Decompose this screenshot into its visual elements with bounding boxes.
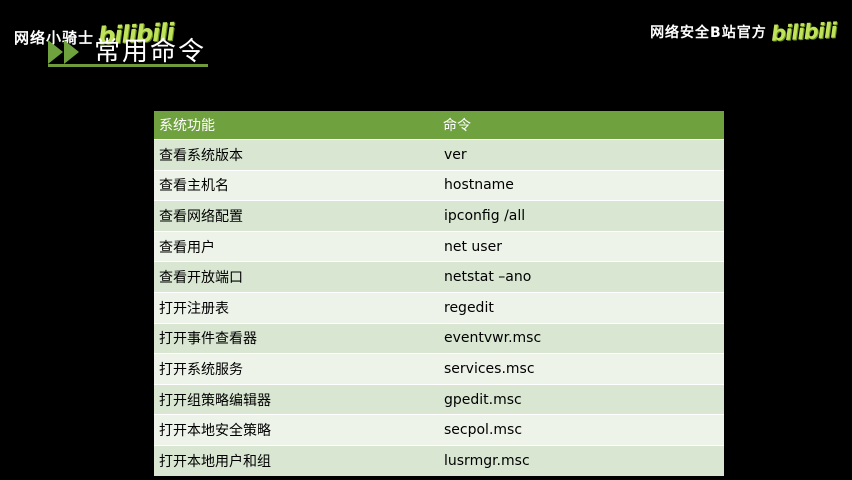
watermark-right-text: 网络安全B站官方 bbox=[650, 25, 767, 41]
table-row: 查看网络配置 ipconfig /all bbox=[154, 200, 724, 232]
function-cell: 查看主机名 bbox=[154, 169, 438, 201]
command-cell: ver bbox=[438, 139, 724, 171]
command-cell: regedit bbox=[438, 291, 724, 324]
command-cell: gpedit.msc bbox=[438, 383, 724, 415]
bilibili-logo-right: bilibili bbox=[770, 18, 837, 46]
command-cell: net user bbox=[438, 230, 724, 262]
table-row: 打开本地用户和组 lusrmgr.msc bbox=[154, 444, 724, 476]
command-cell: secpol.msc bbox=[438, 414, 724, 446]
table-row: 查看主机名 hostname bbox=[154, 169, 724, 201]
function-cell: 打开本地用户和组 bbox=[154, 444, 438, 476]
table-row: 打开系统服务 services.msc bbox=[154, 353, 724, 385]
command-cell: lusrmgr.msc bbox=[438, 444, 724, 476]
commands-table: 系统功能 命令 查看系统版本 ver 查看主机名 hostname 查看网络配置… bbox=[154, 111, 724, 476]
table-row: 打开注册表 regedit bbox=[154, 291, 724, 324]
command-cell: netstat –ano bbox=[438, 261, 724, 293]
title-underline bbox=[48, 64, 208, 67]
function-cell: 打开注册表 bbox=[154, 291, 438, 324]
function-cell: 查看系统版本 bbox=[154, 139, 438, 171]
watermark-right: 网络安全B站官方 bilibili bbox=[650, 18, 837, 46]
function-cell: 查看开放端口 bbox=[154, 261, 438, 293]
command-cell: hostname bbox=[438, 169, 724, 201]
table-row: 打开组策略编辑器 gpedit.msc bbox=[154, 383, 724, 415]
table-row: 查看用户 net user bbox=[154, 230, 724, 262]
function-cell: 查看网络配置 bbox=[154, 200, 438, 232]
function-cell: 打开组策略编辑器 bbox=[154, 383, 438, 415]
function-cell: 打开系统服务 bbox=[154, 353, 438, 385]
command-cell: services.msc bbox=[438, 353, 724, 385]
table-header-row: 系统功能 命令 bbox=[154, 111, 724, 140]
table-row: 查看系统版本 ver bbox=[154, 139, 724, 171]
function-cell: 打开本地安全策略 bbox=[154, 414, 438, 446]
table-row: 打开事件查看器 eventvwr.msc bbox=[154, 322, 724, 354]
table-row: 查看开放端口 netstat –ano bbox=[154, 261, 724, 293]
header-command: 命令 bbox=[438, 111, 724, 140]
command-cell: eventvwr.msc bbox=[438, 322, 724, 354]
function-cell: 打开事件查看器 bbox=[154, 322, 438, 354]
function-cell: 查看用户 bbox=[154, 230, 438, 262]
table-row: 打开本地安全策略 secpol.msc bbox=[154, 414, 724, 446]
command-cell: ipconfig /all bbox=[438, 200, 724, 232]
header-function: 系统功能 bbox=[154, 111, 438, 140]
